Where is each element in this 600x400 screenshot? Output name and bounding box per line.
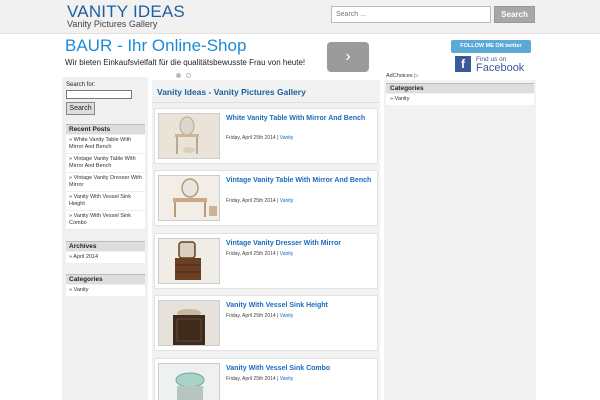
recent-post-link[interactable]: » Vanity With Vessel Sink Combo [66, 211, 145, 230]
post-thumbnail[interactable] [158, 113, 220, 159]
site-tagline: Vanity Pictures Gallery [67, 19, 158, 29]
sidebar-search-button[interactable]: Search [66, 102, 95, 115]
ad-banner[interactable]: BAUR - Ihr Online-Shop Wir bieten Einkau… [62, 36, 382, 74]
ad-pager-dot[interactable] [186, 73, 191, 78]
post-item: Vanity With Vessel Sink Height Friday, A… [154, 295, 378, 351]
right-categories-list: » Vanity [386, 94, 534, 105]
post-category-link[interactable]: Vanity [280, 251, 294, 257]
category-link[interactable]: » Vanity [386, 94, 534, 104]
post-category-link[interactable]: Vanity [280, 313, 294, 319]
post-title[interactable]: Vintage Vanity Table With Mirror And Ben… [226, 176, 376, 186]
recent-posts-list: » White Vanity Table With Mirror And Ben… [66, 135, 145, 230]
search-button[interactable]: Search [494, 6, 535, 23]
post-thumbnail[interactable] [158, 238, 220, 284]
post-meta: Friday, April 25th 2014 | Vanity [226, 198, 293, 204]
post-thumbnail[interactable] [158, 300, 220, 346]
post-item: Vintage Vanity Table With Mirror And Ben… [154, 170, 378, 226]
post-title[interactable]: Vanity With Vessel Sink Height [226, 301, 376, 311]
post-item: Vanity With Vessel Sink Combo Friday, Ap… [154, 358, 378, 400]
search-input[interactable] [331, 6, 491, 23]
archives-heading: Archives [66, 241, 145, 251]
post-item: Vintage Vanity Dresser With Mirror Frida… [154, 233, 378, 289]
sidebar-search-input[interactable] [66, 90, 132, 99]
facebook-name[interactable]: Facebook [476, 62, 524, 74]
ad-pager-dot[interactable] [176, 73, 181, 78]
post-title[interactable]: White Vanity Table With Mirror And Bench [226, 114, 376, 124]
divider [152, 102, 380, 103]
post-meta: Friday, April 25th 2014 | Vanity [226, 135, 293, 141]
recent-posts-heading: Recent Posts [66, 124, 145, 134]
post-thumbnail[interactable] [158, 175, 220, 221]
post-date: Friday, April 25th 2014 | [226, 135, 280, 141]
post-meta: Friday, April 25th 2014 | Vanity [226, 313, 293, 319]
post-meta: Friday, April 25th 2014 | Vanity [226, 251, 293, 257]
recent-post-link[interactable]: » Vanity With Vessel Sink Height [66, 192, 145, 211]
post-title[interactable]: Vanity With Vessel Sink Combo [226, 364, 376, 374]
post-date: Friday, April 25th 2014 | [226, 198, 280, 204]
post-date: Friday, April 25th 2014 | [226, 313, 280, 319]
right-sidebar [384, 80, 536, 400]
twitter-follow-button[interactable]: FOLLOW ME ON twitter [451, 40, 531, 53]
facebook-icon[interactable]: f [455, 56, 471, 72]
archives-list: » April 2014 [66, 252, 145, 264]
ad-title[interactable]: BAUR - Ihr Online-Shop [65, 36, 246, 56]
category-link[interactable]: » Vanity [66, 285, 145, 297]
right-categories-heading: Categories [386, 83, 534, 93]
post-category-link[interactable]: Vanity [280, 135, 294, 141]
recent-post-link[interactable]: » White Vanity Table With Mirror And Ben… [66, 135, 145, 154]
page-title[interactable]: Vanity Ideas - Vanity Pictures Gallery [157, 87, 306, 97]
sidebar-search-label: Search for: [66, 82, 96, 88]
post-meta: Friday, April 25th 2014 | Vanity [226, 376, 293, 382]
ad-next-arrow-icon[interactable]: › [327, 42, 369, 72]
categories-list: » Vanity [66, 285, 145, 297]
post-item: White Vanity Table With Mirror And Bench… [154, 108, 378, 164]
post-date: Friday, April 25th 2014 | [226, 376, 280, 382]
post-title[interactable]: Vintage Vanity Dresser With Mirror [226, 239, 376, 249]
ad-text: Wir bieten Einkaufsvielfalt für die qual… [65, 58, 306, 67]
categories-heading: Categories [66, 274, 145, 284]
post-category-link[interactable]: Vanity [280, 198, 294, 204]
post-thumbnail[interactable] [158, 363, 220, 400]
post-category-link[interactable]: Vanity [280, 376, 294, 382]
recent-post-link[interactable]: » Vintage Vanity Dresser With Mirror [66, 173, 145, 192]
recent-post-link[interactable]: » Vintage Vanity Table With Mirror And B… [66, 154, 145, 173]
archive-link[interactable]: » April 2014 [66, 252, 145, 264]
post-date: Friday, April 25th 2014 | [226, 251, 280, 257]
adchoices-label[interactable]: AdChoices ▷ [386, 73, 418, 79]
